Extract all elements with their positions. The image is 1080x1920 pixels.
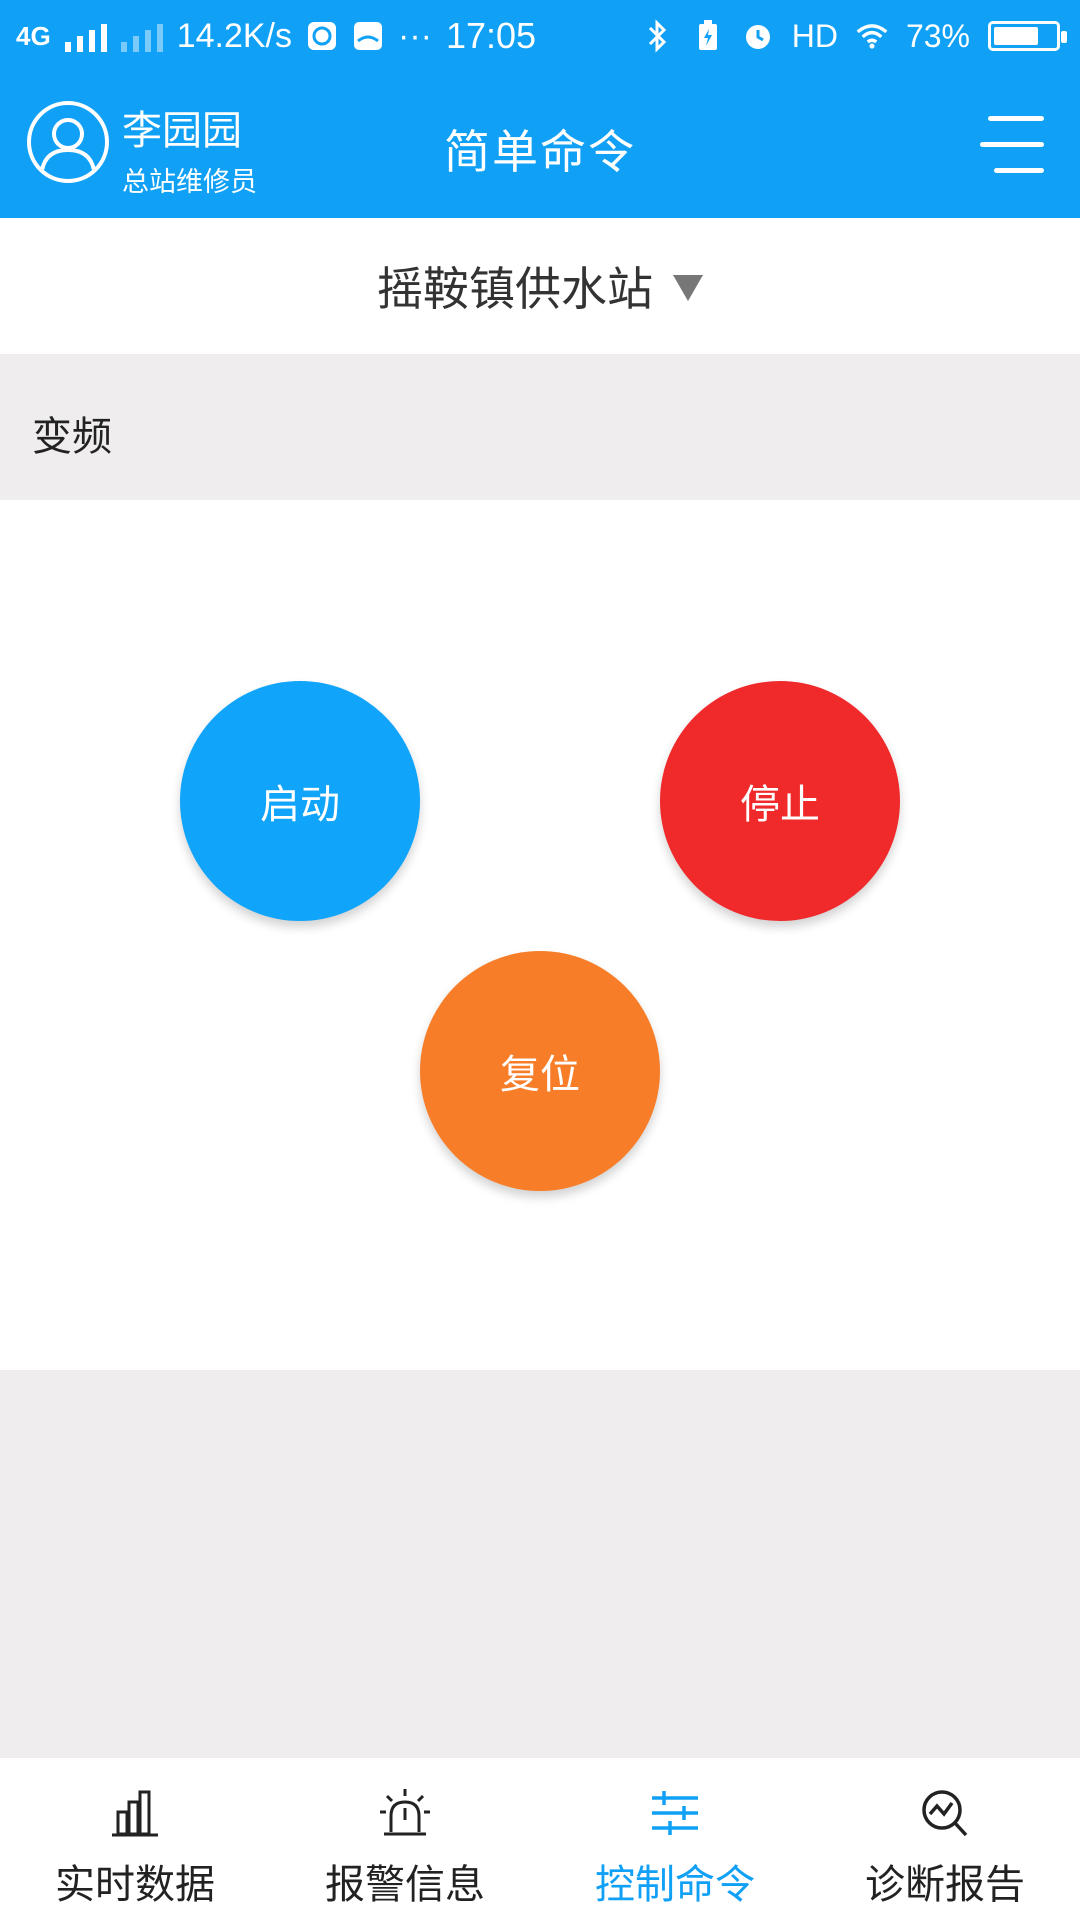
battery-percent: 73% (905, 17, 970, 54)
tab-realtime-data[interactable]: 实时数据 (0, 1758, 270, 1920)
battery-level (994, 27, 1038, 45)
tab-label: 实时数据 (55, 1862, 215, 1908)
control-panel: 启动 停止 复位 (0, 500, 1080, 1370)
station-selector[interactable]: 摇鞍镇供水站 (0, 218, 1080, 354)
app-header: 李园园 总站维修员 简单命令 (0, 72, 1080, 218)
bluetooth-icon (642, 19, 674, 53)
tab-alarm-info[interactable]: 报警信息 (270, 1758, 540, 1920)
stop-button[interactable]: 停止 (660, 681, 900, 921)
tab-label: 控制命令 (595, 1862, 755, 1908)
status-bar: 4G 14.2K/s ··· 17:05 HD 73% (0, 0, 1080, 72)
bar-chart-icon (112, 1790, 158, 1837)
alarm-clock-icon (742, 20, 774, 52)
diagnosis-icon (922, 1790, 968, 1837)
signal-strength-secondary-icon (120, 20, 163, 52)
wifi-icon (856, 20, 888, 52)
network-type: 4G (16, 20, 51, 51)
more-notifications: ··· (398, 16, 432, 55)
sliders-icon (652, 1791, 698, 1835)
tab-label: 报警信息 (325, 1862, 485, 1908)
reset-button[interactable]: 复位 (420, 951, 660, 1191)
start-button[interactable]: 启动 (180, 681, 420, 921)
app-notification-icon (352, 20, 384, 52)
page-title: 简单命令 (444, 125, 636, 179)
menu-icon[interactable] (980, 114, 1050, 176)
hd-indicator: HD (791, 17, 838, 54)
network-speed: 14.2K/s (176, 16, 292, 55)
alarm-light-icon (380, 1789, 430, 1836)
tab-label: 诊断报告 (865, 1862, 1025, 1908)
charging-icon (692, 20, 724, 52)
battery-icon (988, 21, 1067, 51)
dropdown-arrow-icon (673, 275, 703, 301)
signal-strength-icon (64, 20, 107, 52)
section-header: 变频 (0, 354, 1080, 500)
station-name: 摇鞍镇供水站 (377, 262, 653, 316)
clock: 17:05 (445, 15, 537, 56)
tab-control-commands[interactable]: 控制命令 (540, 1758, 810, 1920)
tab-diagnosis-report[interactable]: 诊断报告 (810, 1758, 1080, 1920)
section-title: 变频 (32, 414, 112, 460)
browser-notification-icon (306, 20, 338, 52)
bottom-tab-bar: 实时数据 报警信息 控制命令 诊断报告 (0, 1758, 1080, 1920)
